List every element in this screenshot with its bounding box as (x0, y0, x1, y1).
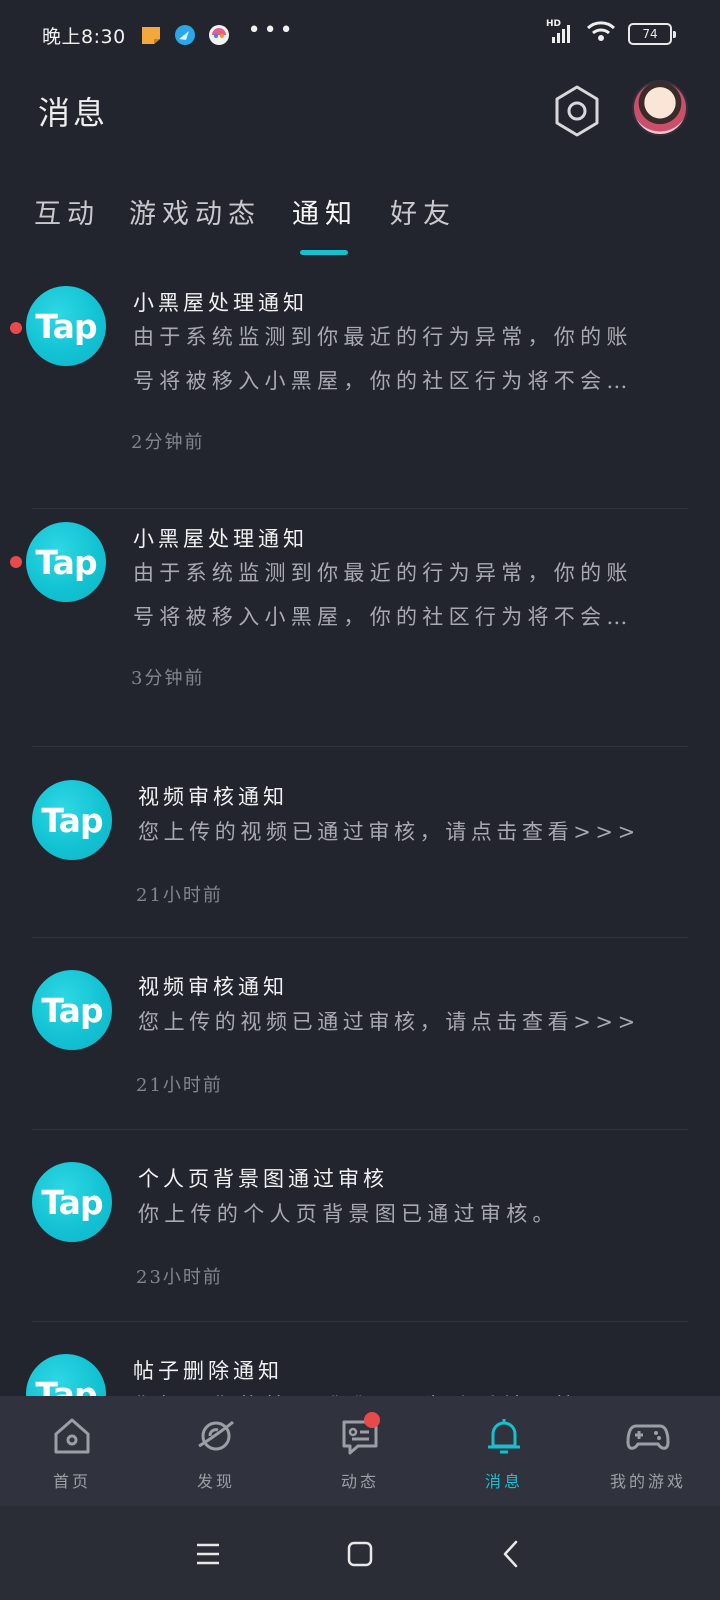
more-notifications-icon: ••• (247, 18, 296, 43)
notification-time: 23小时前 (136, 1267, 223, 1288)
notification-body: 您上传的视频已通过审核，请点击查看>>> (138, 1000, 698, 1044)
notification-title: 帖子删除通知 (133, 1359, 283, 1383)
game-center-app-icon (208, 24, 230, 46)
notification-title: 小黑屋处理通知 (133, 291, 308, 315)
nav-label: 消息 (484, 1472, 523, 1491)
nav-label: 发现 (196, 1472, 235, 1491)
notification-body: 您上传的视频已通过审核，请点击查看>>> (138, 810, 698, 854)
tap-logo-icon: Tap (32, 1162, 112, 1242)
notification-title: 小黑屋处理通知 (133, 527, 308, 551)
notification-body-line: 号将被移入小黑屋，你的社区行为将不会… (133, 369, 633, 393)
notification-body: 由于系统监测到你最近的行为异常，你的账 号将被移入小黑屋，你的社区行为将不会… (133, 551, 668, 639)
user-avatar[interactable] (632, 80, 688, 136)
nav-item-discover[interactable]: 发现 (144, 1396, 288, 1506)
tab-notifications[interactable]: 通知 (292, 192, 358, 231)
notification-body-line: 您上传的视频已通过审核，请点击查看>>> (138, 820, 640, 844)
unread-dot (10, 322, 22, 334)
note-app-icon (140, 24, 162, 46)
status-time: 晚上8:30 (42, 25, 126, 48)
tab-game-updates[interactable]: 游戏动态 (129, 192, 261, 231)
message-tabs: 互动 游戏动态 通知 好友 (0, 182, 720, 262)
nav-label: 动态 (340, 1472, 379, 1491)
tab-interaction[interactable]: 互动 (34, 192, 100, 231)
nav-label: 首页 (52, 1472, 91, 1491)
notification-time: 21小时前 (136, 1075, 223, 1096)
list-item[interactable]: Tap 个人页背景图通过审核 你上传的个人页背景图已通过审核。 23小时前 (0, 1130, 720, 1322)
nav-item-feed[interactable]: 动态 (288, 1396, 432, 1506)
notification-body-line: 由于系统监测到你最近的行为异常，你的账 (133, 561, 633, 585)
signal-icon: HD (546, 19, 576, 45)
gamepad-icon (626, 1414, 670, 1458)
tap-logo-icon: Tap (32, 780, 112, 860)
hexagon-settings-icon[interactable] (553, 84, 601, 138)
planet-icon (194, 1414, 238, 1458)
tap-logo-icon: Tap (26, 522, 106, 602)
bell-icon (482, 1414, 526, 1458)
back-chevron-icon[interactable] (492, 1534, 532, 1574)
active-tab-indicator (300, 250, 348, 255)
notification-body-line: 由于系统监测到你最近的行为异常，你的账 (133, 325, 633, 349)
notification-title: 视频审核通知 (138, 975, 288, 999)
feed-unread-badge (364, 1412, 380, 1428)
home-square-icon[interactable] (340, 1534, 380, 1574)
notification-time: 3分钟前 (131, 668, 205, 689)
system-nav-bar (0, 1506, 720, 1600)
page-header: 消息 (0, 70, 720, 170)
notification-list: Tap 小黑屋处理通知 由于系统监测到你最近的行为异常，你的账 号将被移入小黑屋… (0, 272, 720, 1452)
notification-body-line: 号将被移入小黑屋，你的社区行为将不会… (133, 605, 633, 629)
browser-app-icon (174, 24, 196, 46)
list-item[interactable]: Tap 视频审核通知 您上传的视频已通过审核，请点击查看>>> 21小时前 (0, 747, 720, 938)
tab-friends[interactable]: 好友 (390, 192, 456, 231)
list-item[interactable]: Tap 小黑屋处理通知 由于系统监测到你最近的行为异常，你的账 号将被移入小黑屋… (0, 509, 720, 747)
notification-body: 你上传的个人页背景图已通过审核。 (138, 1192, 698, 1236)
tap-logo-icon: Tap (26, 286, 106, 366)
nav-item-my-games[interactable]: 我的游戏 (576, 1396, 720, 1506)
status-bar: 晚上8:30 ••• HD 74 (0, 0, 720, 70)
status-indicators: HD 74 (546, 19, 676, 47)
menu-icon[interactable] (188, 1534, 228, 1574)
wifi-icon (586, 20, 616, 47)
nav-label: 我的游戏 (609, 1472, 686, 1491)
notification-title: 视频审核通知 (138, 785, 288, 809)
notification-body-line: 您上传的视频已通过审核，请点击查看>>> (138, 1010, 640, 1034)
page-title: 消息 (38, 94, 109, 132)
notification-body: 由于系统监测到你最近的行为异常，你的账 号将被移入小黑屋，你的社区行为将不会… (133, 315, 668, 403)
notification-time: 2分钟前 (131, 432, 205, 453)
notification-title: 个人页背景图通过审核 (138, 1167, 388, 1191)
hd-label: HD (546, 18, 562, 29)
notification-time: 21小时前 (136, 885, 223, 906)
bottom-nav: 首页 发现 动态 消息 我的游戏 (0, 1396, 720, 1506)
notification-body-line: 你上传的个人页背景图已通过审核。 (138, 1202, 559, 1226)
tap-logo-icon: Tap (32, 970, 112, 1050)
unread-dot (10, 556, 22, 568)
nav-item-messages[interactable]: 消息 (432, 1396, 576, 1506)
list-item[interactable]: Tap 小黑屋处理通知 由于系统监测到你最近的行为异常，你的账 号将被移入小黑屋… (0, 272, 720, 509)
battery-indicator: 74 (628, 22, 676, 45)
nav-item-home[interactable]: 首页 (0, 1396, 144, 1506)
list-item[interactable]: Tap 视频审核通知 您上传的视频已通过审核，请点击查看>>> 21小时前 (0, 938, 720, 1130)
home-icon (50, 1414, 94, 1458)
